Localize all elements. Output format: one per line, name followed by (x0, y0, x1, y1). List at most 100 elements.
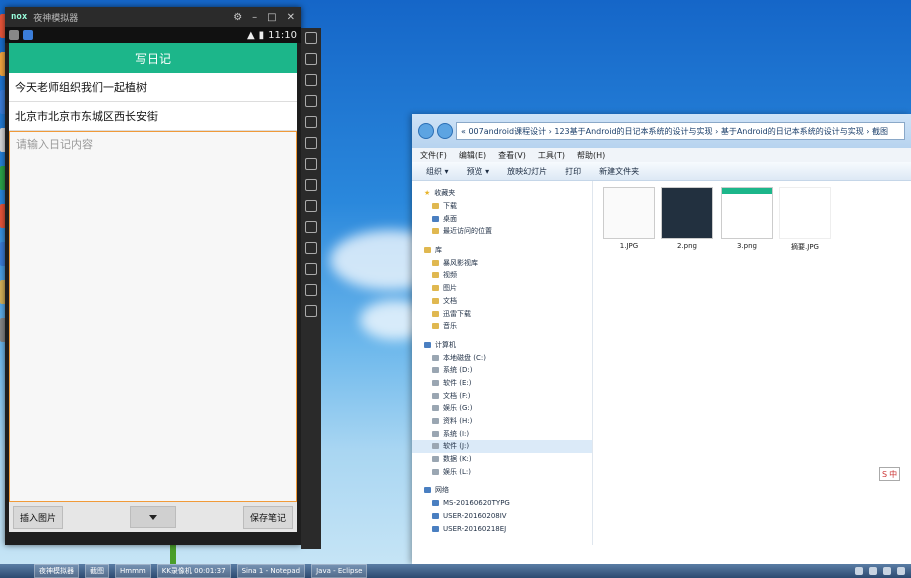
system-tray (855, 567, 911, 575)
computer-icon (432, 500, 439, 507)
diagram-image (603, 187, 655, 239)
taskbar-item[interactable]: Sina 1 - Notepad (236, 564, 306, 578)
nav-item[interactable]: 迅雷下载 (412, 307, 592, 320)
macro-icon[interactable] (305, 242, 317, 254)
close-icon[interactable]: ✕ (287, 12, 295, 23)
forward-icon[interactable] (437, 123, 453, 139)
content-placeholder: 请输入日记内容 (16, 138, 93, 151)
save-note-button[interactable]: 保存笔记 (242, 505, 293, 529)
nav-label: 文档 (443, 296, 457, 305)
nav-network-pc[interactable]: USER-20160208IV (412, 510, 592, 523)
emulator-titlebar[interactable]: nox 夜神模拟器 ⚙ – □ ✕ (5, 7, 301, 27)
file-thumbnail[interactable]: 1.JPG (601, 187, 657, 250)
back-icon[interactable] (418, 123, 434, 139)
nav-drive[interactable]: 娱乐 (L:) (412, 465, 592, 478)
desktop-icon (432, 215, 439, 222)
preview-button[interactable]: 预览 ▾ (467, 166, 490, 177)
insert-image-button[interactable]: 插入图片 (13, 505, 64, 529)
nav-label: USER-20160218EJ (443, 524, 507, 533)
nav-drive-selected[interactable]: 软件 (J:) (412, 440, 592, 453)
organize-button[interactable]: 组织 ▾ (426, 166, 449, 177)
taskbar-item[interactable]: 截图 (85, 564, 109, 578)
desktop-plant (170, 545, 176, 565)
ime-indicator[interactable]: S 中 (879, 467, 901, 481)
file-thumbnail[interactable]: 3.png (719, 187, 775, 250)
tray-icon[interactable] (883, 567, 891, 575)
volume-up-icon[interactable] (305, 158, 317, 170)
nav-drive[interactable]: 本地磁盘 (C:) (412, 351, 592, 364)
nav-item[interactable]: 下载 (412, 200, 592, 213)
print-button[interactable]: 打印 (565, 166, 581, 177)
nav-network-pc[interactable]: USER-20160218EJ (412, 522, 592, 535)
share-icon[interactable] (305, 284, 317, 296)
nav-item[interactable]: 最近访问的位置 (412, 225, 592, 238)
file-thumbnail[interactable]: 2.png (659, 187, 715, 250)
nav-item[interactable]: 视频 (412, 269, 592, 282)
nav-label: 系统 (I:) (443, 429, 470, 438)
taskbar-item[interactable]: KK录像机 00:01:37 (156, 564, 231, 578)
location-field[interactable]: 北京市北京市东城区西长安街 (9, 102, 297, 131)
taskbar-item[interactable]: Java - Eclipse (311, 564, 368, 578)
drive-icon (432, 418, 439, 425)
emulator-title: 夜神模拟器 (33, 13, 79, 24)
keyboard-icon[interactable] (305, 32, 317, 44)
nav-drive[interactable]: 系统 (I:) (412, 427, 592, 440)
shake-icon[interactable] (305, 200, 317, 212)
nav-network-pc[interactable]: MS-20160620TYPG (412, 497, 592, 510)
settings-icon[interactable]: ⚙ (233, 12, 242, 23)
menu-help[interactable]: 帮助(H) (577, 150, 605, 161)
taskbar-item[interactable]: Hmmm (115, 564, 151, 578)
nav-item[interactable]: 文档 (412, 295, 592, 308)
nav-drive[interactable]: 娱乐 (G:) (412, 402, 592, 415)
nav-item[interactable]: 图片 (412, 282, 592, 295)
nav-item[interactable]: 桌面 (412, 212, 592, 225)
diary-title-field[interactable]: 今天老师组织我们一起植树 (9, 73, 297, 102)
nav-network[interactable]: 网络 (412, 484, 592, 497)
menu-file[interactable]: 文件(F) (420, 150, 447, 161)
slideshow-button[interactable]: 放映幻灯片 (507, 166, 547, 177)
nav-drive[interactable]: 文档 (F:) (412, 389, 592, 402)
menu-view[interactable]: 查看(V) (498, 150, 526, 161)
address-bar[interactable]: « 007android课程设计 › 123基于Android的日记本系统的设计… (456, 122, 905, 140)
nav-item[interactable]: 暴风影视库 (412, 256, 592, 269)
apk-icon[interactable] (305, 116, 317, 128)
tray-icon[interactable] (855, 567, 863, 575)
nav-label: 暴风影视库 (443, 258, 478, 267)
location-icon[interactable] (305, 95, 317, 107)
explorer-commandbar: 组织 ▾ 预览 ▾ 放映幻灯片 打印 新建文件夹 (412, 162, 911, 181)
file-thumbnail[interactable]: 摘要.JPG (777, 187, 833, 252)
sogou-icon: S (882, 469, 888, 479)
screenshot-icon[interactable] (305, 53, 317, 65)
menu-edit[interactable]: 编辑(E) (459, 150, 486, 161)
tray-icon[interactable] (869, 567, 877, 575)
more-icon[interactable] (305, 305, 317, 317)
nav-drive[interactable]: 软件 (E:) (412, 377, 592, 390)
nav-label: 视频 (443, 271, 457, 280)
nav-drive[interactable]: 资料 (H:) (412, 415, 592, 428)
nav-drive[interactable]: 数据 (K:) (412, 453, 592, 466)
tray-icon[interactable] (897, 567, 905, 575)
nav-item[interactable]: 音乐 (412, 320, 592, 333)
drive-icon (432, 367, 439, 374)
drive-icon (432, 468, 439, 475)
diary-content-input[interactable]: 请输入日记内容 (9, 131, 297, 502)
nav-computer[interactable]: 计算机 (412, 339, 592, 352)
scissors-icon[interactable] (305, 74, 317, 86)
menu-tools[interactable]: 工具(T) (538, 150, 565, 161)
minimize-icon[interactable]: – (252, 12, 257, 23)
taskbar-item[interactable]: 夜神模拟器 (34, 564, 79, 578)
new-folder-button[interactable]: 新建文件夹 (599, 166, 639, 177)
nav-favorites[interactable]: ★ 收藏夹 (412, 187, 592, 200)
fullscreen-icon[interactable] (305, 137, 317, 149)
nav-label: 最近访问的位置 (443, 227, 492, 236)
loading-icon[interactable] (305, 221, 317, 233)
maximize-icon[interactable]: □ (267, 12, 276, 23)
nav-libraries[interactable]: 库 (412, 244, 592, 257)
nav-label: 娱乐 (L:) (443, 467, 471, 476)
nav-drive[interactable]: 系统 (D:) (412, 364, 592, 377)
multi-icon[interactable] (305, 263, 317, 275)
phone-screenshot-image (721, 187, 773, 239)
category-spinner[interactable] (130, 506, 176, 528)
star-icon: ★ (424, 189, 431, 198)
volume-down-icon[interactable] (305, 179, 317, 191)
